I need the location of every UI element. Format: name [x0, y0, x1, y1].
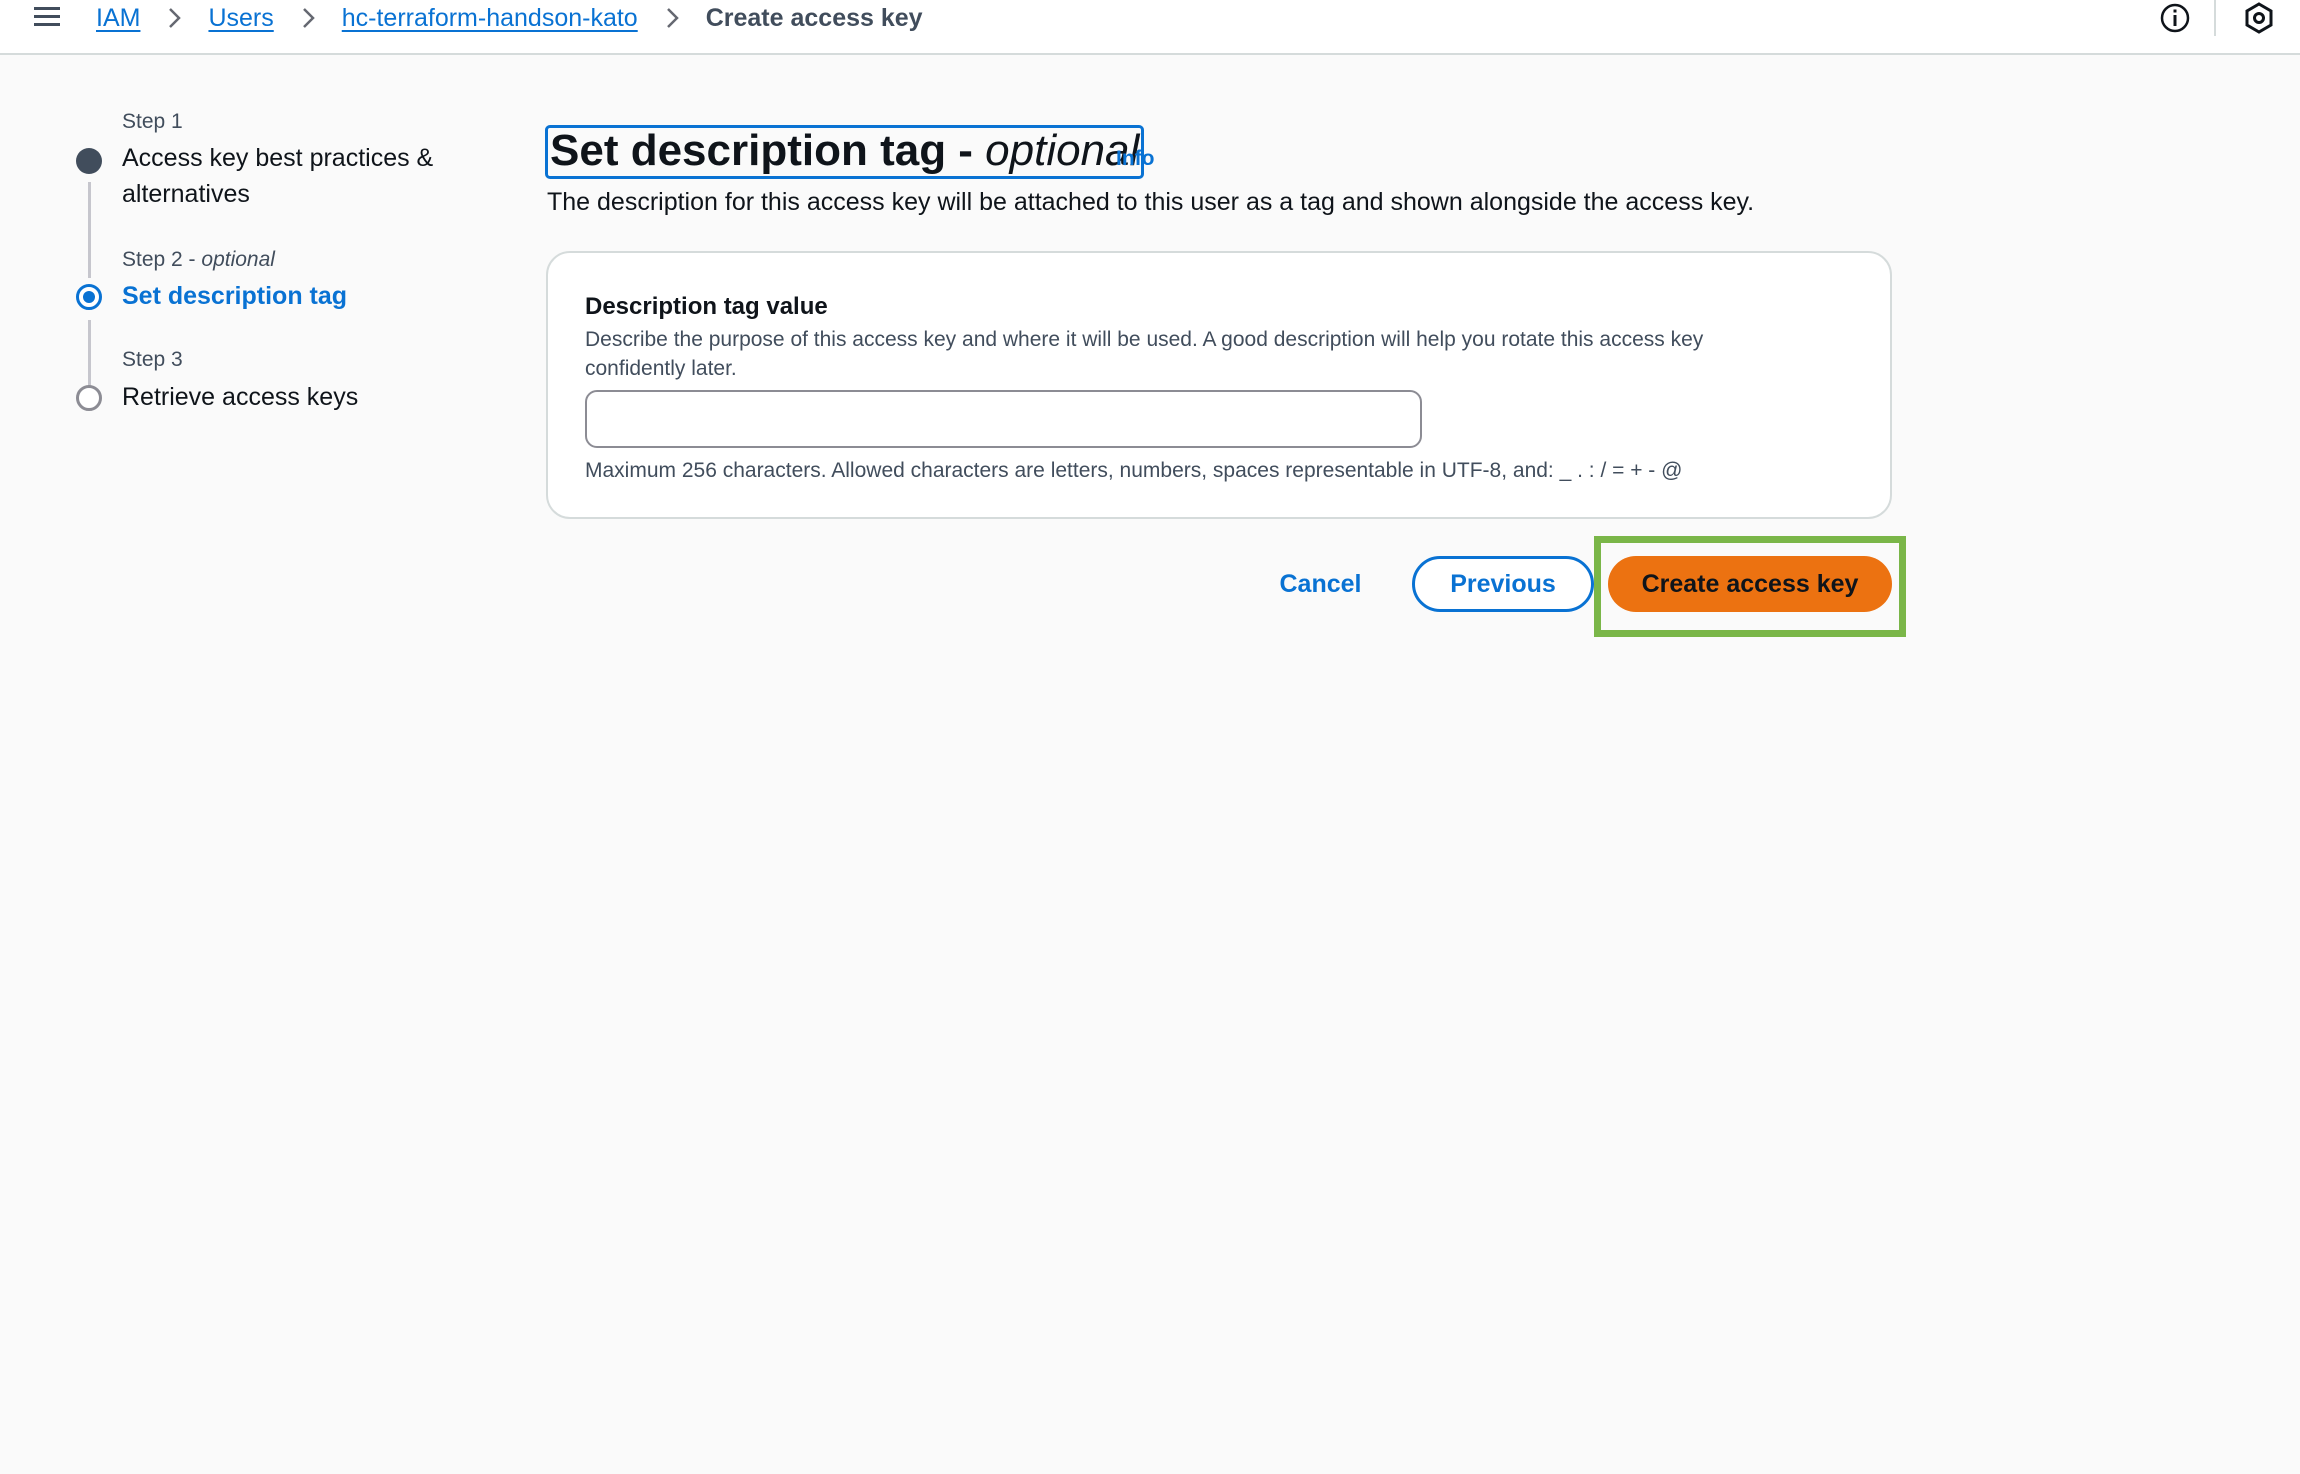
field-label: Description tag value [585, 293, 828, 320]
step-2-label[interactable]: Set description tag [122, 278, 347, 314]
create-access-key-button[interactable]: Create access key [1608, 556, 1892, 612]
step-2-number: Step 2 - optional [122, 248, 275, 272]
previous-button[interactable]: Previous [1412, 556, 1594, 612]
divider [2214, 0, 2216, 36]
info-icon[interactable] [2157, 0, 2193, 36]
breadcrumb: IAM Users hc-terraform-handson-kato Crea… [96, 0, 923, 36]
page-title-text: Set description tag - [550, 126, 986, 175]
cancel-button[interactable]: Cancel [1268, 556, 1373, 612]
step-1-complete-dot [76, 148, 102, 174]
field-description: Describe the purpose of this access key … [585, 325, 1815, 383]
step-3-label: Retrieve access keys [122, 383, 359, 411]
step-connector [88, 182, 91, 278]
step-2-optional: optional [201, 248, 275, 271]
breadcrumb-current: Create access key [705, 3, 923, 32]
settings-hexagon-icon[interactable] [2241, 0, 2277, 36]
step-1-label-cont: alternatives [122, 180, 250, 208]
step-3-number: Step 3 [122, 348, 183, 371]
chevron-right-icon [666, 8, 679, 28]
step-1-label: Access key best practices & [122, 144, 434, 172]
page-title: Set description tag - optional [545, 125, 1145, 179]
step-3-pending-dot [76, 385, 102, 411]
field-constraint: Maximum 256 characters. Allowed characte… [585, 459, 1683, 482]
breadcrumb-users-link[interactable]: Users [208, 4, 273, 33]
step-2-number-text: Step 2 - [122, 248, 202, 271]
top-navigation-bar: IAM Users hc-terraform-handson-kato Crea… [0, 0, 2300, 55]
field-description-line2: confidently later. [585, 357, 737, 380]
breadcrumb-user-link[interactable]: hc-terraform-handson-kato [342, 4, 638, 33]
chevron-right-icon [302, 8, 315, 28]
description-tag-input[interactable] [585, 390, 1422, 448]
chevron-right-icon [169, 8, 182, 28]
step-2-active-dot [76, 284, 102, 310]
field-description-line1: Describe the purpose of this access key … [585, 328, 1704, 351]
page-description: The description for this access key will… [547, 188, 1755, 216]
description-tag-container: Description tag value Describe the purpo… [546, 251, 1892, 519]
menu-icon[interactable] [32, 2, 62, 32]
step-connector [88, 320, 91, 390]
info-link[interactable]: Info [1116, 147, 1154, 171]
step-1-number: Step 1 [122, 110, 183, 133]
breadcrumb-iam-link[interactable]: IAM [96, 4, 140, 33]
